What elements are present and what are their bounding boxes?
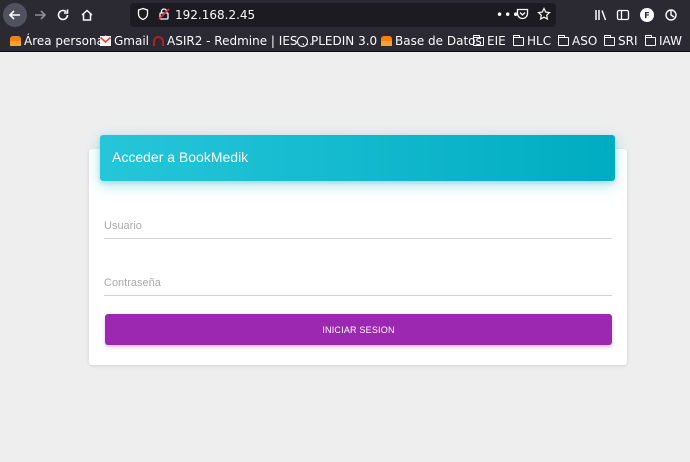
library-button[interactable] bbox=[589, 3, 613, 27]
username-field[interactable] bbox=[104, 213, 612, 239]
bookmark-folder-hlc[interactable]: HLC bbox=[513, 33, 551, 49]
back-button[interactable] bbox=[3, 3, 27, 27]
password-field[interactable] bbox=[104, 270, 612, 296]
profile-avatar: F bbox=[640, 8, 654, 22]
address-bar[interactable]: 192.168.2.45 ••• bbox=[130, 3, 556, 27]
reload-icon bbox=[57, 9, 69, 21]
back-arrow-icon bbox=[8, 10, 20, 20]
url-text[interactable]: 192.168.2.45 bbox=[175, 8, 255, 22]
password-input[interactable] bbox=[104, 270, 612, 295]
insecure-lock-icon[interactable] bbox=[158, 7, 170, 25]
home-button[interactable] bbox=[75, 3, 99, 27]
shield-icon[interactable] bbox=[137, 7, 149, 25]
bookmark-base-de-datos[interactable]: Base de Datos bbox=[381, 33, 482, 49]
bookmark-pledin[interactable]: PLEDIN 3.0 bbox=[297, 33, 377, 49]
page-content: Acceder a BookMedik INICIAR SESION bbox=[0, 53, 690, 462]
folder-icon bbox=[473, 34, 484, 46]
moodle-icon bbox=[10, 36, 21, 46]
bookmark-gmail[interactable]: Gmail bbox=[100, 33, 149, 49]
moodle-icon bbox=[381, 36, 392, 46]
account-button[interactable]: F bbox=[635, 3, 659, 27]
bookmark-folder-sri[interactable]: SRI bbox=[604, 33, 638, 49]
bookmark-folder-eie[interactable]: EIE bbox=[473, 33, 506, 49]
login-title: Acceder a BookMedik bbox=[112, 149, 249, 165]
sidebar-icon bbox=[616, 9, 630, 21]
bookmark-folder-iaw[interactable]: IAW bbox=[645, 33, 682, 49]
extension-icon bbox=[665, 9, 677, 21]
username-input[interactable] bbox=[104, 213, 612, 238]
sidebar-button[interactable] bbox=[611, 3, 635, 27]
bookmark-area-personal[interactable]: Área personal bbox=[10, 33, 107, 49]
gmail-icon bbox=[100, 36, 111, 46]
bookmark-star-icon[interactable] bbox=[537, 7, 551, 25]
forward-button[interactable] bbox=[28, 3, 52, 27]
extension-button[interactable] bbox=[659, 3, 683, 27]
browser-toolbar: 192.168.2.45 ••• F bbox=[0, 0, 690, 30]
home-icon bbox=[81, 9, 93, 21]
folder-icon bbox=[513, 34, 524, 46]
login-button[interactable]: INICIAR SESION bbox=[105, 314, 612, 345]
bookmark-redmine[interactable]: ASIR2 - Redmine | IES ... bbox=[153, 33, 313, 49]
folder-icon bbox=[604, 34, 615, 46]
globe-icon bbox=[297, 35, 308, 47]
library-icon bbox=[595, 10, 607, 21]
pocket-icon[interactable] bbox=[516, 7, 529, 24]
bookmark-folder-aso[interactable]: ASO bbox=[558, 33, 597, 49]
forward-arrow-icon bbox=[35, 10, 47, 20]
redmine-icon bbox=[153, 36, 164, 46]
login-card-header: Acceder a BookMedik bbox=[100, 135, 615, 181]
folder-icon bbox=[558, 34, 569, 46]
reload-button[interactable] bbox=[51, 3, 75, 27]
bookmarks-toolbar: Área personal Gmail ASIR2 - Redmine | IE… bbox=[0, 30, 690, 52]
folder-icon bbox=[645, 34, 656, 46]
